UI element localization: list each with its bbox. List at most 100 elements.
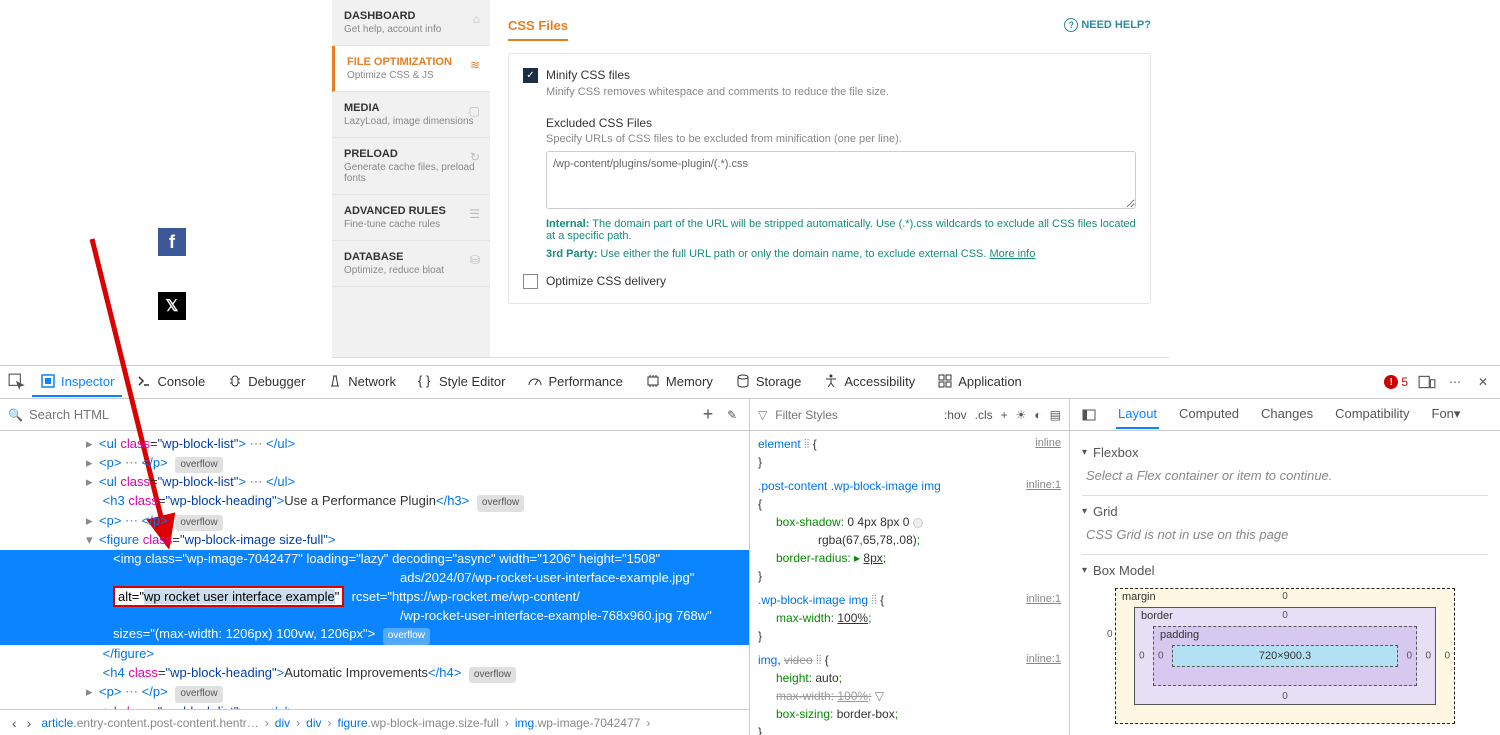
sidebar-item-advanced[interactable]: ADVANCED RULES Fine-tune cache rules ☰ [332, 195, 490, 241]
tab-inspector[interactable]: Inspector [32, 367, 122, 397]
border-label: border [1141, 610, 1173, 622]
add-rule-icon[interactable]: + [1001, 408, 1008, 422]
layout-tab-computed[interactable]: Computed [1177, 400, 1241, 429]
social-links: f 𝕏 [158, 228, 186, 320]
rules-list[interactable]: element ⦙⦙ { inline } .post-content .wp-… [750, 431, 1069, 735]
tab-memory[interactable]: Memory [637, 367, 721, 397]
need-help-link[interactable]: ?NEED HELP? [1064, 18, 1151, 32]
tab-storage[interactable]: Storage [727, 367, 810, 397]
layout-body: ▾Flexbox Select a Flex container or item… [1070, 431, 1500, 735]
minify-css-option[interactable]: ✓ Minify CSS files [523, 68, 1136, 83]
wp-rocket-panel: DASHBOARD Get help, account info ⌂ FILE … [332, 0, 1169, 358]
sidebar-title: DASHBOARD [344, 10, 478, 22]
tab-accessibility[interactable]: Accessibility [815, 367, 923, 397]
sidebar-sub: LazyLoad, image dimensions [344, 116, 478, 127]
kebab-menu-icon[interactable]: ⋯ [1446, 373, 1464, 391]
crumb-img[interactable]: img.wp-image-7042477 [511, 714, 644, 732]
help-icon: ? [1064, 18, 1078, 32]
sliders-icon: ☰ [469, 207, 480, 221]
content-size: 720×900.3 [1172, 645, 1398, 667]
sidebar-title: FILE OPTIMIZATION [347, 56, 478, 68]
layout-tab-changes[interactable]: Changes [1259, 400, 1315, 429]
tab-debugger[interactable]: Debugger [219, 367, 313, 397]
crumb-next[interactable]: › [23, 715, 36, 731]
hov-toggle[interactable]: :hov [944, 408, 967, 422]
sidebar-sub: Optimize, reduce bloat [344, 265, 478, 276]
crumb-figure[interactable]: figure.wp-block-image.size-full [333, 714, 502, 732]
sidebar-title: DATABASE [344, 251, 478, 263]
tab-style-editor[interactable]: { }Style Editor [410, 367, 513, 397]
search-icon: 🔍 [8, 408, 23, 422]
sidebar-item-dashboard[interactable]: DASHBOARD Get help, account info ⌂ [332, 0, 490, 46]
light-mode-icon[interactable]: ☀ [1016, 408, 1027, 422]
wp-main: ?NEED HELP? CSS Files ✓ Minify CSS files… [490, 0, 1169, 357]
error-count[interactable]: !5 [1384, 375, 1408, 389]
flexbox-section-toggle[interactable]: ▾Flexbox [1082, 445, 1488, 460]
optimize-delivery-label: Optimize CSS delivery [546, 274, 666, 288]
tab-network[interactable]: Network [319, 367, 404, 397]
refresh-icon: ↻ [470, 150, 480, 164]
search-html-input[interactable] [29, 407, 693, 422]
image-icon: ▢ [469, 104, 480, 118]
css-card: ✓ Minify CSS files Minify CSS removes wh… [508, 53, 1151, 304]
excluded-desc: Specify URLs of CSS files to be excluded… [546, 133, 1136, 145]
crumb-article[interactable]: article.entry-content.post-content.hentr… [37, 714, 262, 732]
sidebar-title: ADVANCED RULES [344, 205, 478, 217]
print-icon[interactable]: ▤ [1050, 408, 1061, 422]
html-search-bar: 🔍 + ✎ [0, 399, 749, 431]
devtools-tabs: Inspector Console Debugger Network { }St… [0, 366, 1500, 399]
internal-note: Internal: The domain part of the URL wil… [546, 218, 1136, 242]
sidebar-toggle-icon[interactable] [1080, 406, 1098, 424]
error-icon: ! [1384, 375, 1398, 389]
tab-application[interactable]: Application [929, 367, 1030, 397]
crumb-div2[interactable]: div [302, 714, 325, 732]
pick-element-icon[interactable] [8, 373, 26, 391]
tab-console[interactable]: Console [128, 367, 213, 397]
checkbox-empty-icon[interactable] [523, 274, 538, 289]
contrast-icon[interactable]: ◐ [1034, 408, 1041, 422]
devtools: Inspector Console Debugger Network { }St… [0, 365, 1500, 735]
minify-label: Minify CSS files [546, 68, 630, 82]
crumb-div[interactable]: div [271, 714, 294, 732]
box-model-diagram[interactable]: margin 00 border 0000 padding 00 720×900… [1115, 588, 1455, 724]
layout-tab-compat[interactable]: Compatibility [1333, 400, 1411, 429]
excluded-label: Excluded CSS Files [546, 116, 1136, 130]
third-party-note: 3rd Party: Use either the full URL path … [546, 248, 1136, 260]
minify-desc: Minify CSS removes whitespace and commen… [546, 86, 1136, 98]
more-info-link[interactable]: More info [990, 248, 1036, 260]
checkbox-checked-icon[interactable]: ✓ [523, 68, 538, 83]
styles-pane: ▽ :hov .cls + ☀ ◐ ▤ element ⦙⦙ { inline … [750, 399, 1070, 735]
boxmodel-section-toggle[interactable]: ▾Box Model [1082, 563, 1488, 578]
sidebar-sub: Optimize CSS & JS [347, 70, 478, 81]
sidebar-sub: Fine-tune cache rules [344, 219, 478, 230]
sidebar-item-preload[interactable]: PRELOAD Generate cache files, preload fo… [332, 138, 490, 195]
optimize-delivery-option[interactable]: Optimize CSS delivery [523, 274, 1136, 289]
close-icon[interactable]: ✕ [1474, 373, 1492, 391]
cls-toggle[interactable]: .cls [975, 408, 993, 422]
x-twitter-icon[interactable]: 𝕏 [158, 292, 186, 320]
filter-icon: ▽ [758, 408, 767, 422]
margin-label: margin [1122, 591, 1156, 603]
eyedropper-icon[interactable]: ✎ [723, 406, 741, 424]
database-icon: ⛁ [470, 253, 480, 267]
sidebar-sub: Get help, account info [344, 24, 478, 35]
html-tree[interactable]: ▸<ul class="wp-block-list"> ⋯ </ul> ▸<p>… [0, 431, 749, 709]
responsive-mode-icon[interactable] [1418, 373, 1436, 391]
sidebar-item-database[interactable]: DATABASE Optimize, reduce bloat ⛁ [332, 241, 490, 287]
add-node-icon[interactable]: + [699, 406, 717, 424]
styles-toolbar: ▽ :hov .cls + ☀ ◐ ▤ [750, 399, 1069, 431]
facebook-icon[interactable]: f [158, 228, 186, 256]
grid-section-toggle[interactable]: ▾Grid [1082, 504, 1488, 519]
crumb-prev[interactable]: ‹ [8, 715, 21, 731]
sidebar-item-media[interactable]: MEDIA LazyLoad, image dimensions ▢ [332, 92, 490, 138]
layout-tab-fonts[interactable]: Fon▾ [1430, 400, 1463, 430]
sidebar-item-file-optimization[interactable]: FILE OPTIMIZATION Optimize CSS & JS ≋ [332, 46, 490, 92]
stack-icon: ≋ [470, 58, 480, 72]
layout-tab-layout[interactable]: Layout [1116, 400, 1159, 429]
excluded-css-input[interactable] [546, 151, 1136, 209]
page-content: DASHBOARD Get help, account info ⌂ FILE … [0, 0, 1500, 365]
tab-performance[interactable]: Performance [519, 367, 630, 397]
sidebar-title: PRELOAD [344, 148, 478, 160]
filter-styles-input[interactable] [775, 408, 936, 422]
layout-pane: Layout Computed Changes Compatibility Fo… [1070, 399, 1500, 735]
